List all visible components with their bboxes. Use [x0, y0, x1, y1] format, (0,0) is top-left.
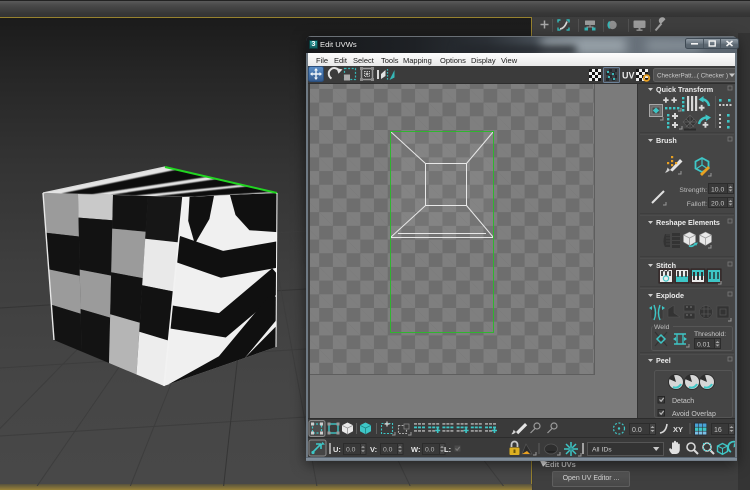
svg-text:U:: U: [333, 445, 341, 454]
svg-text:0.0: 0.0 [425, 447, 435, 454]
svg-text:Peel: Peel [656, 356, 671, 365]
svg-text:CheckerPatt...( Checker ): CheckerPatt...( Checker ) [657, 72, 728, 79]
svg-text:W:: W: [411, 445, 420, 454]
svg-text:Reshape Elements: Reshape Elements [656, 218, 720, 227]
svg-text:Falloff:: Falloff: [687, 201, 707, 208]
svg-text:0.0: 0.0 [632, 427, 642, 434]
svg-text:Strength:: Strength: [679, 187, 707, 194]
svg-text:Threshold:: Threshold: [694, 331, 726, 338]
svg-text:L:: L: [444, 445, 451, 454]
svg-text:Avoid Overlap: Avoid Overlap [672, 411, 716, 418]
svg-text:Brush: Brush [656, 136, 677, 145]
svg-text:All IDs: All IDs [592, 447, 612, 454]
svg-text:Explode: Explode [656, 291, 684, 300]
svg-text:0.01: 0.01 [697, 342, 710, 349]
svg-text:XY: XY [673, 425, 683, 434]
svg-text:0.0: 0.0 [383, 447, 393, 454]
svg-text:20.0: 20.0 [711, 201, 724, 208]
svg-text:Detach: Detach [672, 398, 694, 405]
svg-text:Quick Transform: Quick Transform [656, 85, 713, 94]
svg-text:0.0: 0.0 [346, 447, 356, 454]
svg-text:16: 16 [714, 427, 722, 434]
svg-text:Weld: Weld [654, 324, 670, 331]
svg-text:10.0: 10.0 [711, 187, 724, 194]
svg-text:UV: UV [622, 71, 635, 81]
svg-text:V:: V: [370, 445, 377, 454]
